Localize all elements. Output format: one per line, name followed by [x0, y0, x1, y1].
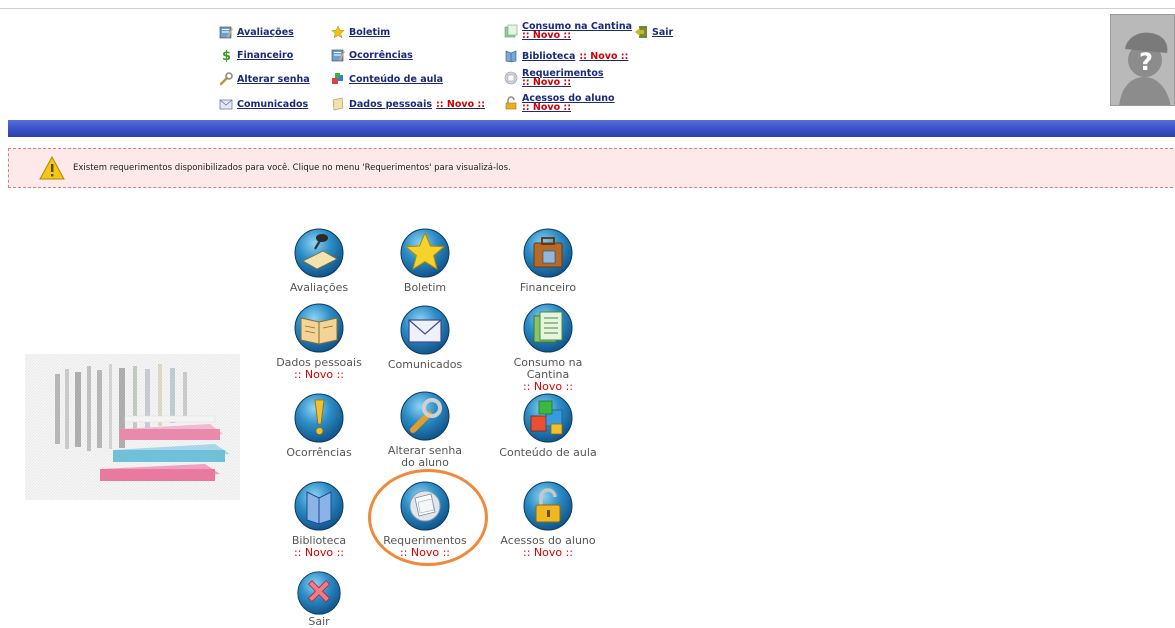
blocks-icon — [523, 393, 573, 443]
document-icon — [332, 97, 344, 111]
menu-ocorrencias-label: Ocorrências — [349, 49, 413, 61]
tile-acessos-label: Acessos do aluno :: Novo :: — [500, 535, 595, 559]
tile-boletim[interactable]: Boletim — [370, 227, 480, 294]
tile-conteudo[interactable]: Conteúdo de aula — [493, 392, 603, 459]
menu-dados-pessoais[interactable]: Dados pessoais :: Novo :: — [331, 97, 485, 111]
book-icon — [294, 481, 344, 531]
menu-boletim-label: Boletim — [349, 26, 391, 38]
menu-avaliacoes[interactable]: Avaliações — [219, 25, 294, 39]
tile-avaliacoes-label: Avaliações — [289, 281, 349, 294]
tile-alterar-senha[interactable]: Alterar senha do aluno — [370, 390, 480, 469]
menu-biblioteca-label: Biblioteca — [522, 50, 576, 62]
menu-boletim[interactable]: Boletim — [331, 25, 390, 39]
menu-dados-pessoais-label: Dados pessoais — [349, 98, 432, 110]
tile-biblioteca[interactable]: Biblioteca :: Novo :: — [264, 480, 374, 559]
open-book-icon — [294, 303, 344, 353]
menu-acessos[interactable]: Acessos do aluno:: Novo :: — [504, 94, 615, 112]
tile-requerimentos-novo: :: Novo :: — [399, 546, 450, 559]
avatar: ? — [1110, 14, 1175, 106]
tile-conteudo-label: Conteúdo de aula — [499, 446, 597, 459]
menu-biblioteca[interactable]: Biblioteca :: Novo :: — [504, 49, 628, 63]
menu-acessos-novo: :: Novo :: — [522, 102, 572, 113]
tile-sair[interactable]: Sair — [264, 570, 374, 628]
menu-sair-label: Sair — [652, 26, 674, 38]
tile-avaliacoes[interactable]: Avaliações — [264, 227, 374, 294]
menu-comunicados-label: Comunicados — [237, 98, 309, 110]
menu-comunicados[interactable]: Comunicados — [219, 97, 308, 111]
menu-requerimentos[interactable]: Requerimentos:: Novo :: — [504, 69, 604, 87]
menu-conteudo[interactable]: Conteúdo de aula — [331, 72, 443, 86]
wrench-icon — [400, 391, 450, 441]
tile-ocorrencias[interactable]: Ocorrências — [264, 392, 374, 459]
clipboard-lamp-icon — [294, 228, 344, 278]
svg-text:$: $ — [222, 49, 231, 62]
menu-biblioteca-novo: :: Novo :: — [579, 50, 629, 62]
svg-text:?: ? — [1139, 48, 1153, 76]
tile-requerimentos-label: Requerimentos :: Novo :: — [383, 535, 466, 559]
tile-acessos-novo: :: Novo :: — [522, 546, 573, 559]
star-icon — [331, 25, 345, 39]
menu-avaliacoes-label: Avaliações — [237, 26, 294, 38]
papers-icon — [504, 71, 518, 85]
notepad-icon — [219, 26, 233, 39]
tile-requerimentos[interactable]: Requerimentos :: Novo :: — [370, 480, 480, 559]
padlock-icon — [523, 481, 573, 531]
exit-icon — [635, 26, 647, 38]
menu-alterar-senha-label: Alterar senha — [237, 73, 310, 85]
padlock-icon — [505, 96, 517, 110]
tile-consumo-label: Consumo na Cantina :: Novo :: — [493, 357, 603, 393]
menu-financeiro[interactable]: $ Financeiro — [219, 48, 293, 62]
spreadsheet-icon — [523, 303, 573, 353]
tile-alterar-senha-line2: do aluno — [401, 456, 449, 469]
tile-alterar-senha-label: Alterar senha do aluno — [388, 445, 462, 469]
envelope-icon — [400, 305, 450, 355]
menu-financeiro-label: Financeiro — [237, 49, 294, 61]
menu-consumo[interactable]: Consumo na Cantina:: Novo :: — [504, 22, 632, 40]
wrench-icon — [219, 72, 233, 86]
tile-ocorrencias-label: Ocorrências — [286, 446, 352, 459]
tile-boletim-label: Boletim — [403, 281, 447, 294]
tile-dados-pessoais-label: Dados pessoais :: Novo :: — [276, 357, 362, 381]
top-divider — [0, 8, 1175, 9]
blocks-icon — [332, 73, 343, 84]
tile-acessos[interactable]: Acessos do aluno :: Novo :: — [493, 480, 603, 559]
receipt-icon — [504, 24, 518, 38]
close-icon — [297, 571, 341, 615]
menu-requerimentos-novo: :: Novo :: — [522, 77, 572, 88]
menu-ocorrencias[interactable]: Ocorrências — [331, 48, 413, 62]
dollar-icon: $ — [222, 49, 231, 62]
alert-message: Existem requerimentos disponibilizados p… — [73, 163, 511, 173]
papers-icon — [400, 481, 450, 531]
header-bar — [8, 120, 1175, 137]
warning-icon — [39, 156, 65, 180]
envelope-icon — [219, 99, 233, 110]
briefcase-icon — [523, 228, 573, 278]
tile-comunicados[interactable]: Comunicados — [370, 304, 480, 371]
menu-dados-pessoais-novo: :: Novo :: — [436, 98, 486, 110]
tile-consumo-text: Consumo na Cantina — [513, 356, 583, 381]
unknown-user-icon: ? — [1111, 15, 1174, 105]
notification-banner: Existem requerimentos disponibilizados p… — [8, 148, 1175, 188]
tile-sair-label: Sair — [308, 615, 330, 628]
menu-consumo-novo: :: Novo :: — [522, 30, 572, 41]
tile-consumo[interactable]: Consumo na Cantina :: Novo :: — [493, 302, 603, 393]
menu-alterar-senha[interactable]: Alterar senha — [219, 72, 310, 86]
notepad-icon — [331, 49, 345, 62]
tile-financeiro-label: Financeiro — [519, 281, 577, 294]
tile-dados-pessoais[interactable]: Dados pessoais :: Novo :: — [264, 302, 374, 381]
tile-financeiro[interactable]: Financeiro — [493, 227, 603, 294]
tile-biblioteca-label: Biblioteca :: Novo :: — [292, 535, 346, 559]
star-icon — [400, 228, 450, 278]
tile-dados-pessoais-novo: :: Novo :: — [293, 368, 344, 381]
tile-biblioteca-novo: :: Novo :: — [293, 546, 344, 559]
tile-comunicados-label: Comunicados — [387, 358, 463, 371]
menu-sair[interactable]: Sair — [634, 25, 673, 39]
books-illustration — [25, 354, 240, 500]
book-icon — [505, 50, 517, 63]
menu-conteudo-label: Conteúdo de aula — [349, 73, 444, 85]
exclamation-icon — [294, 393, 344, 443]
